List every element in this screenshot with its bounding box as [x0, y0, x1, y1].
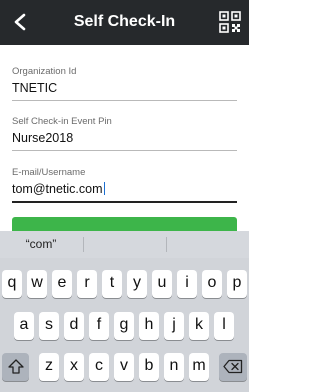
key-u[interactable]: u	[152, 270, 172, 298]
key-e[interactable]: e	[52, 270, 72, 298]
key-i[interactable]: i	[177, 270, 197, 298]
key-y[interactable]: y	[127, 270, 147, 298]
prediction-2[interactable]	[84, 231, 165, 258]
organization-id-value: TNETIC	[12, 81, 58, 95]
email-username-input-row: tom@tnetic.com	[12, 181, 237, 197]
email-username-value: tom@tnetic.com	[12, 182, 103, 196]
key-r[interactable]: r	[77, 270, 97, 298]
delete-key[interactable]	[219, 353, 247, 381]
key-f[interactable]: f	[89, 312, 109, 340]
key-v[interactable]: v	[114, 353, 134, 381]
email-username-underline	[12, 201, 237, 203]
key-n[interactable]: n	[164, 353, 184, 381]
qr-scan-button[interactable]	[219, 11, 241, 33]
key-p[interactable]: p	[227, 270, 247, 298]
key-q[interactable]: q	[2, 270, 22, 298]
key-s[interactable]: s	[39, 312, 59, 340]
chevron-left-icon	[14, 13, 26, 31]
submit-button[interactable]	[12, 217, 237, 231]
key-j[interactable]: j	[164, 312, 184, 340]
key-d[interactable]: d	[64, 312, 84, 340]
key-o[interactable]: o	[202, 270, 222, 298]
key-t[interactable]: t	[102, 270, 122, 298]
on-screen-keyboard: “com” q w e r t y u i o p a s d f g h j …	[0, 231, 249, 392]
key-l[interactable]: l	[214, 312, 234, 340]
organization-id-underline	[12, 100, 237, 101]
key-a[interactable]: a	[14, 312, 34, 340]
key-z[interactable]: z	[39, 353, 59, 381]
backspace-icon	[223, 359, 243, 374]
key-w[interactable]: w	[27, 270, 47, 298]
key-m[interactable]: m	[189, 353, 209, 381]
email-username-label: E-mail/Username	[12, 167, 86, 178]
qr-code-icon	[219, 11, 241, 33]
event-pin-field[interactable]: Self Check-in Event Pin Nurse2018	[12, 116, 237, 151]
back-button[interactable]	[6, 8, 34, 36]
page-title: Self Check-In	[73, 13, 176, 30]
key-x[interactable]: x	[64, 353, 84, 381]
shift-key[interactable]	[2, 353, 29, 381]
organization-id-field[interactable]: Organization Id TNETIC	[12, 66, 237, 101]
event-pin-label: Self Check-in Event Pin	[12, 116, 112, 127]
key-k[interactable]: k	[189, 312, 209, 340]
key-c[interactable]: c	[89, 353, 109, 381]
predictive-bar: “com”	[0, 231, 249, 258]
app-header: Self Check-In	[0, 0, 249, 45]
event-pin-underline	[12, 150, 237, 151]
key-b[interactable]: b	[139, 353, 159, 381]
prediction-1[interactable]: “com”	[0, 231, 82, 258]
organization-id-label: Organization Id	[12, 66, 77, 77]
key-g[interactable]: g	[114, 312, 134, 340]
text-cursor	[103, 182, 105, 195]
event-pin-value: Nurse2018	[12, 131, 74, 145]
prediction-3[interactable]	[167, 231, 249, 258]
shift-arrow-icon	[7, 359, 24, 374]
email-username-field[interactable]: E-mail/Username tom@tnetic.com	[12, 167, 237, 203]
key-h[interactable]: h	[139, 312, 159, 340]
